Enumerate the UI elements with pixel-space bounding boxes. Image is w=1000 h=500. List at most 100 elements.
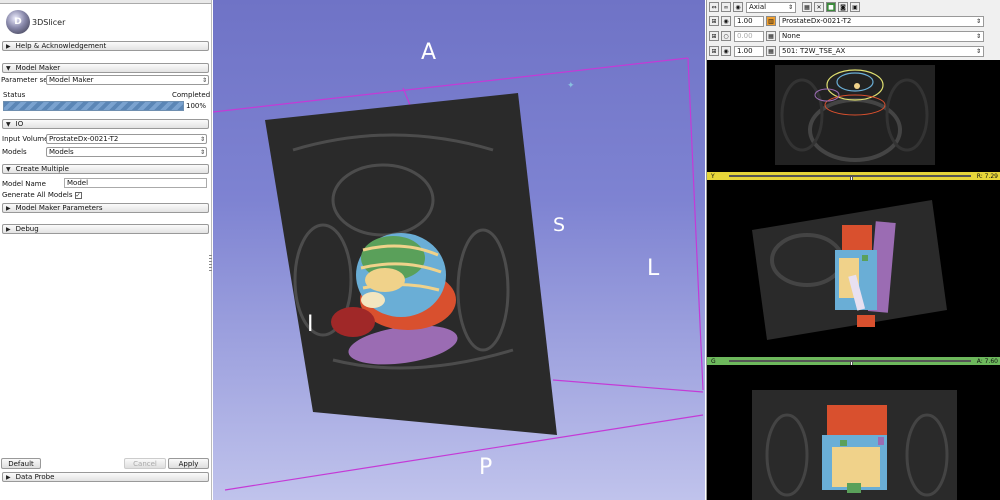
grid-icon: ▦: [766, 31, 776, 41]
slice-green-value: A: 7.60: [976, 357, 998, 365]
crosshair-icon[interactable]: ✕: [814, 2, 824, 12]
module-selector-bar[interactable]: [0, 0, 211, 4]
section-io-label: IO: [15, 120, 24, 128]
generate-all-row: Generate All Models ✓: [2, 191, 82, 199]
background-volume-value: None: [782, 32, 801, 40]
section-help[interactable]: ▶ Help & Acknowledgement: [2, 41, 209, 51]
panel-splitter-handle[interactable]: [209, 255, 212, 273]
model-name-input[interactable]: Model: [64, 178, 207, 188]
models-value: Models: [49, 148, 74, 156]
3d-view[interactable]: ✦ A S L I P: [213, 0, 705, 500]
slicer-logo-icon: D: [6, 10, 30, 34]
updown-arrow-icon: ⇕: [199, 149, 205, 156]
foreground-opacity-spinbox[interactable]: 1.00: [734, 15, 764, 27]
section-create-multiple[interactable]: ▼ Create Multiple: [2, 164, 209, 174]
orientation-label-left: L: [647, 256, 660, 281]
eye-icon[interactable]: ◉: [721, 16, 731, 26]
updown-arrow-icon: ⇕: [199, 136, 205, 143]
foreground-volume-value: ProstateDx-0021-T2: [782, 17, 852, 25]
orientation-label-anterior: A: [421, 40, 437, 65]
section-params-label: Model Maker Parameters: [15, 204, 103, 212]
expand-right-icon: ▶: [6, 204, 11, 212]
logo-text: 3DSlicer: [32, 17, 66, 27]
link-icon[interactable]: ⊞: [709, 46, 719, 56]
input-volume-combo[interactable]: ProstateDx-0021-T2 ⇕: [46, 134, 207, 144]
parameter-set-combo[interactable]: Model Maker ⇕: [46, 75, 209, 85]
slice-green-label: G: [711, 357, 716, 365]
default-button[interactable]: Default: [1, 458, 41, 469]
orientation-combo[interactable]: Axial ⇕: [746, 1, 796, 13]
orientation-label-inferior: I: [307, 312, 314, 337]
input-volume-value: ProstateDx-0021-T2: [49, 135, 119, 143]
label-opacity-spinbox[interactable]: 1.00: [734, 45, 764, 57]
label-volume-combo[interactable]: 501: T2W_TSE_AX ⇕: [779, 45, 984, 57]
link-icon[interactable]: ⊞: [709, 31, 719, 41]
cube-icon[interactable]: ▣: [850, 2, 860, 12]
slice-yellow-track[interactable]: [729, 175, 971, 182]
section-model-maker-parameters[interactable]: ▶ Model Maker Parameters: [2, 203, 209, 213]
collapse-down-icon: ▼: [6, 120, 11, 128]
grid-icon[interactable]: ▦: [802, 2, 812, 12]
expand-right-icon: ▶: [6, 225, 11, 233]
eye-icon[interactable]: ◉: [733, 2, 743, 12]
models-combo[interactable]: Models ⇕: [46, 147, 207, 157]
slice-yellow-value: R: 7.29: [976, 172, 998, 180]
generate-all-checkbox[interactable]: ✓: [74, 191, 82, 199]
pin-icon[interactable]: ⇔: [709, 2, 719, 12]
orientation-label-posterior: P: [479, 455, 493, 480]
pointer-icon: ✦: [567, 81, 575, 91]
eye-icon[interactable]: ○: [721, 31, 731, 41]
grid-icon: ▦: [766, 46, 776, 56]
slice-view-green[interactable]: [707, 365, 1000, 500]
camera-icon[interactable]: ◙: [838, 2, 848, 12]
section-data-probe-label: Data Probe: [15, 473, 55, 481]
label-row: ⊞ ◉ 1.00 ▦ 501: T2W_TSE_AX ⇕: [707, 44, 1000, 58]
slice-bar-yellow[interactable]: Y R: 7.29: [707, 172, 1000, 182]
progress-text: 100%: [186, 102, 207, 110]
label-volume-value: 501: T2W_TSE_AX: [782, 47, 846, 55]
collapse-down-icon: ▼: [6, 165, 11, 173]
background-opacity-spinbox[interactable]: 0.00: [734, 30, 764, 42]
section-model-maker-label: Model Maker: [15, 64, 61, 72]
section-create-multiple-label: Create Multiple: [15, 165, 69, 173]
slice-green-track[interactable]: [729, 360, 971, 367]
red-slice-image: [775, 65, 935, 165]
layer-icon[interactable]: ■: [826, 2, 836, 12]
background-row: ⊞ ○ 0.00 ▦ None ⇕: [707, 29, 1000, 43]
parameter-set-value: Model Maker: [49, 76, 94, 84]
link-icon[interactable]: ∞: [721, 2, 731, 12]
apply-button[interactable]: Apply: [168, 458, 209, 469]
foreground-row: ⊞ ◉ 1.00 ▥ ProstateDx-0021-T2 ⇕: [707, 14, 1000, 28]
3d-scene: ✦: [213, 57, 704, 491]
updown-arrow-icon: ⇕: [975, 32, 981, 40]
slicer-logo: D 3DSlicer: [6, 8, 65, 36]
foreground-volume-combo[interactable]: ProstateDx-0021-T2 ⇕: [779, 15, 984, 27]
parameter-set-label: Parameter set:: [1, 76, 53, 84]
updown-arrow-icon: ⇕: [975, 47, 981, 55]
orientation-value: Axial: [749, 3, 767, 11]
progress-bar: [3, 101, 184, 111]
module-panel: D 3DSlicer ▶ Help & Acknowledgement ▼ Mo…: [0, 0, 212, 500]
expand-right-icon: ▶: [6, 42, 11, 50]
section-model-maker[interactable]: ▼ Model Maker: [2, 63, 209, 73]
section-debug[interactable]: ▶ Debug: [2, 224, 209, 234]
slice-view-yellow[interactable]: [707, 180, 1000, 357]
link-icon[interactable]: ⊞: [709, 16, 719, 26]
generate-all-label: Generate All Models: [2, 191, 73, 199]
section-data-probe[interactable]: ▶ Data Probe: [2, 472, 209, 482]
slice-toolbar: ⇔ ∞ ◉ Axial ⇕ ▦ ✕ ■ ◙ ▣: [707, 0, 1000, 14]
logo-mark: D: [14, 17, 22, 27]
slice-view-red[interactable]: [707, 60, 1000, 172]
status-label: Status: [3, 91, 26, 99]
cancel-button[interactable]: Cancel: [124, 458, 166, 469]
background-volume-combo[interactable]: None ⇕: [779, 30, 984, 42]
eye-icon[interactable]: ◉: [721, 46, 731, 56]
section-debug-label: Debug: [15, 225, 39, 233]
updown-arrow-icon: ⇕: [975, 17, 981, 25]
collapse-down-icon: ▼: [6, 64, 11, 72]
model-name-label: Model Name: [2, 180, 46, 188]
updown-arrow-icon: ⇕: [201, 77, 207, 84]
section-io[interactable]: ▼ IO: [2, 119, 209, 129]
slice-yellow-label: Y: [711, 172, 715, 180]
slice-bar-green[interactable]: G A: 7.60: [707, 357, 1000, 367]
